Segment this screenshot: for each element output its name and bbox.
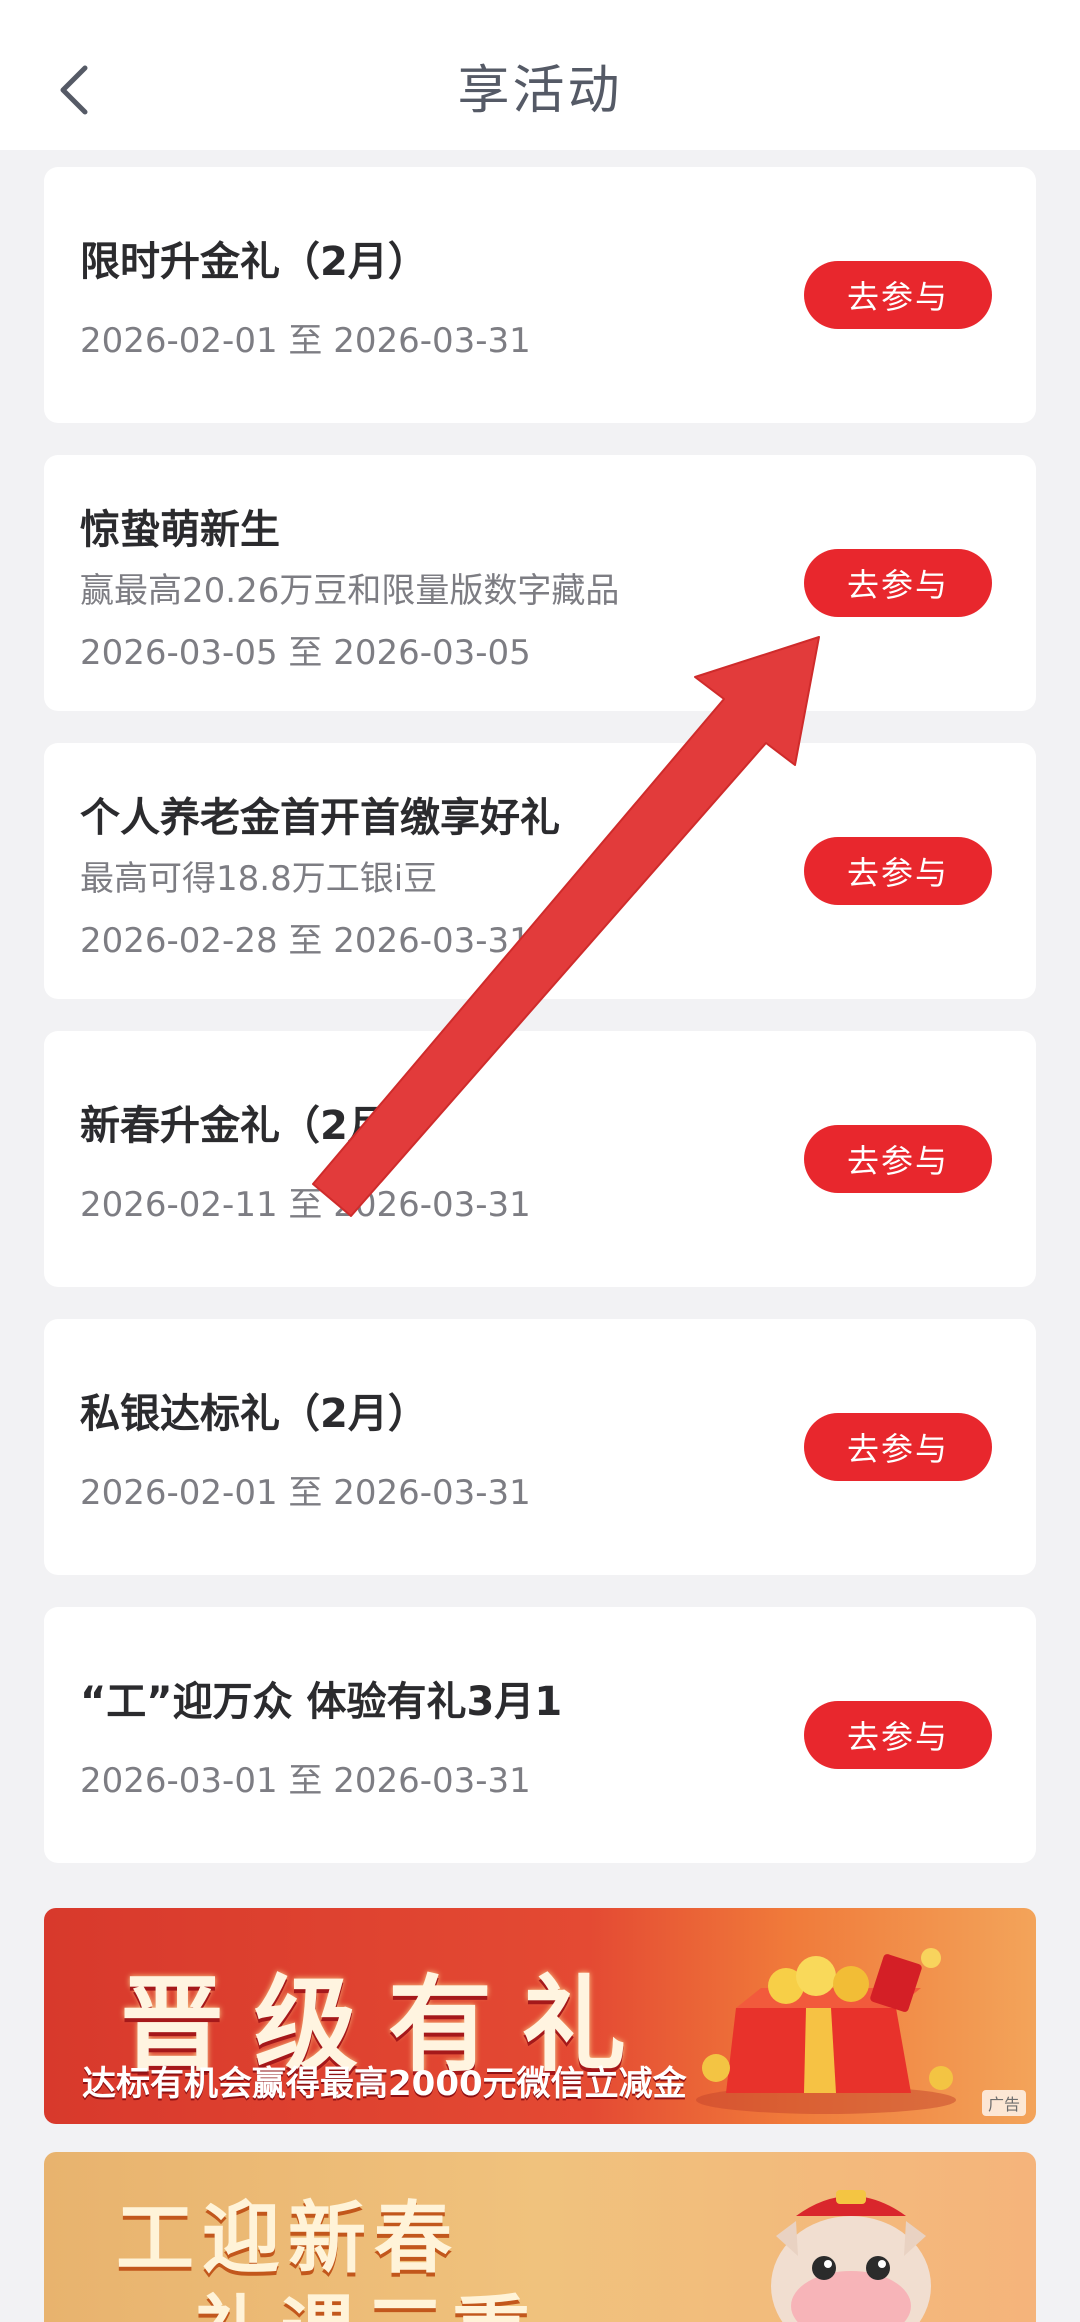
activity-title: 限时升金礼（2月） [80,239,428,285]
activity-date: 2026-03-05 至 2026-03-05 [80,633,531,673]
activity-card[interactable]: 个人养老金首开首缴享好礼 最高可得18.8万工银i豆 2026-02-28 至 … [44,743,1036,999]
activity-date: 2026-03-01 至 2026-03-31 [80,1761,531,1801]
activity-title: 新春升金礼（2月） [80,1103,428,1149]
activity-card[interactable]: 限时升金礼（2月） 2026-02-01 至 2026-03-31 去参与 [44,167,1036,423]
join-button[interactable]: 去参与 [804,1701,992,1769]
top-bar: 享活动 [0,0,1080,150]
activity-card[interactable]: 惊蛰萌新生 赢最高20.26万豆和限量版数字藏品 2026-03-05 至 20… [44,455,1036,711]
activity-card[interactable]: “工”迎万众 体验有礼3月1 2026-03-01 至 2026-03-31 去… [44,1607,1036,1863]
activity-subtitle: 赢最高20.26万豆和限量版数字藏品 [80,571,620,611]
activity-title: 个人养老金首开首缴享好礼 [80,795,560,841]
activity-date: 2026-02-11 至 2026-03-31 [80,1185,531,1225]
banner-subline: 达标有机会赢得最高2000元微信立减金 [82,2064,687,2104]
activity-date: 2026-02-28 至 2026-03-31 [80,921,531,961]
activity-date: 2026-02-01 至 2026-03-31 [80,1473,531,1513]
gift-box-icon [696,1948,956,2114]
join-button[interactable]: 去参与 [804,837,992,905]
join-button[interactable]: 去参与 [804,1413,992,1481]
activity-title: 私银达标礼（2月） [80,1391,428,1437]
activity-card[interactable]: 新春升金礼（2月） 2026-02-11 至 2026-03-31 去参与 [44,1031,1036,1287]
activity-date: 2026-02-01 至 2026-03-31 [80,321,531,361]
activity-title: “工”迎万众 体验有礼3月1 [80,1679,563,1725]
page-title: 享活动 [457,61,623,121]
activity-title: 惊蛰萌新生 [80,507,280,553]
ad-label: 广告 [981,2090,1026,2116]
horse-mascot-icon [771,2190,931,2322]
activity-subtitle: 最高可得18.8万工银i豆 [80,859,438,899]
activity-card[interactable]: 私银达标礼（2月） 2026-02-01 至 2026-03-31 去参与 [44,1319,1036,1575]
join-button[interactable]: 去参与 [804,549,992,617]
banner-line2: 礼遇三重 [194,2270,538,2322]
join-button[interactable]: 去参与 [804,261,992,329]
join-button[interactable]: 去参与 [804,1125,992,1193]
new-year-banner[interactable]: 工迎新春 礼遇三重 [44,2152,1036,2322]
upgrade-gift-banner[interactable]: 晋级有礼 达标有机会赢得最高2000元微信立减金 广告 [44,1908,1036,2124]
